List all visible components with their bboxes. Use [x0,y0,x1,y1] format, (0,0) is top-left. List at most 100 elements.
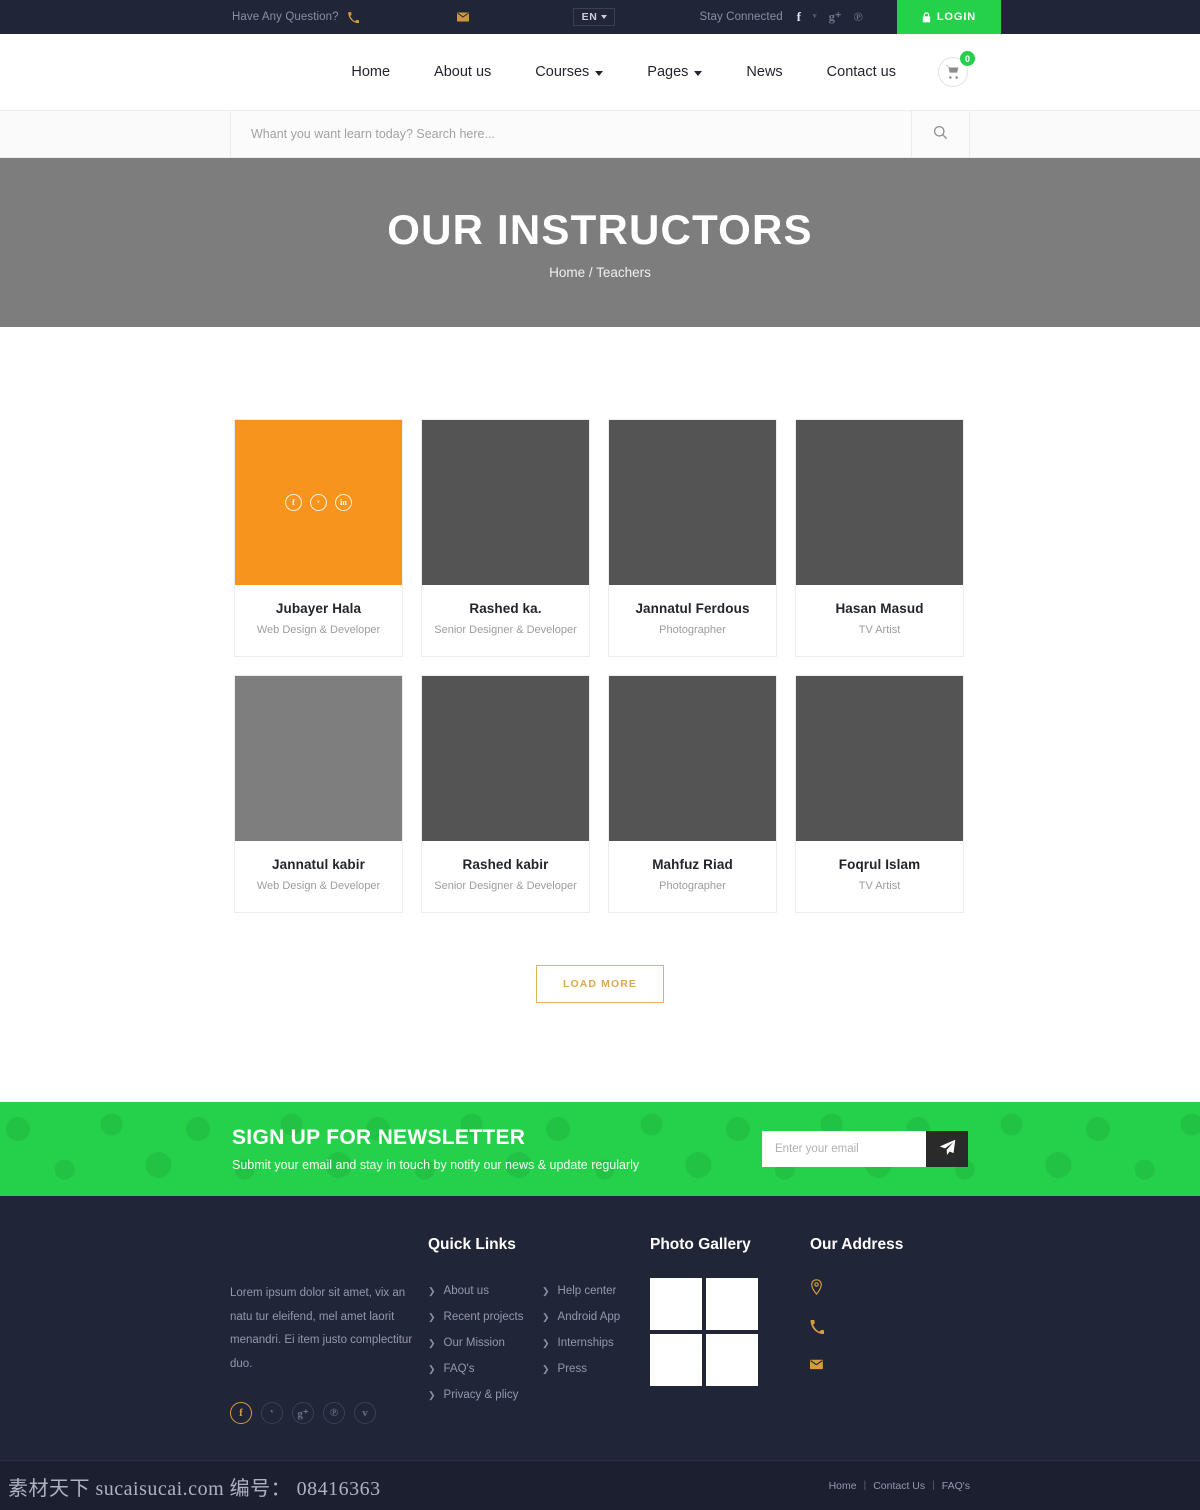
chevron-right-icon: ❯ [542,1285,550,1296]
nav-label: About us [434,64,492,80]
link-label: Help center [557,1285,617,1297]
facebook-icon[interactable]: f [230,1402,252,1425]
footer-gallery-column: Photo Gallery [650,1236,810,1424]
link-label: About us [443,1285,489,1297]
instructor-role: TV Artist [858,624,901,636]
nav-item-courses[interactable]: Courses [513,64,625,80]
vimeo-icon[interactable]: v [354,1402,376,1425]
instructor-photo [796,676,963,841]
footer-link-press[interactable]: ❯ Press [542,1356,650,1382]
login-button[interactable]: LOGIN [896,0,1002,34]
nav-item-pages[interactable]: Pages [625,64,724,80]
instructor-role: Senior Designer & Developer [434,624,577,636]
footer-link-about-us[interactable]: ❯ About us [428,1278,536,1304]
login-label: LOGIN [936,11,977,23]
instructor-name: Rashed ka. [469,601,542,616]
instructor-name: Mahfuz Riad [652,857,733,872]
gallery-thumb[interactable] [650,1334,702,1386]
twitter-icon[interactable]: ᵛ [310,494,327,511]
footer-social-list: f ᵛ g⁺ ℗ v [230,1402,428,1425]
bottom-link-contact-us[interactable]: Contact Us [873,1480,925,1492]
instructor-card[interactable]: Mahfuz Riad Photographer [608,675,777,913]
bottom-link-home[interactable]: Home [829,1480,857,1492]
link-separator: | [863,1480,867,1492]
stay-connected: Stay Connected [699,11,782,23]
nav-item-contact-us[interactable]: Contact us [805,64,918,80]
page-title: OUR INSTRUCTORS [387,205,813,253]
instructor-card[interactable]: Hasan Masud TV Artist [795,419,964,657]
stay-connected-label: Stay Connected [699,11,783,23]
nav-label: Contact us [826,64,896,80]
language-selector[interactable]: EN [572,7,616,27]
footer-link-help-center[interactable]: ❯ Help center [542,1278,650,1304]
instructor-name: Jubayer Hala [275,601,362,616]
footer-about-column: Lorem ipsum dolor sit amet, vix an natu … [230,1236,428,1425]
google-plus-icon[interactable]: g⁺ [292,1402,314,1425]
breadcrumb: Home / Teachers [549,264,651,280]
pinterest-icon[interactable]: ℗ [323,1402,345,1425]
load-more-button[interactable]: LOAD MORE [535,965,665,1003]
newsletter-email-input[interactable] [762,1131,926,1167]
gallery-thumb[interactable] [706,1278,758,1330]
footer-link-our-mission[interactable]: ❯ Our Mission [428,1330,536,1356]
nav-label: News [746,64,783,80]
instructor-photo [422,676,589,841]
linkedin-icon[interactable]: in [335,494,352,511]
bottom-link-faqs[interactable]: FAQ's [942,1480,970,1492]
link-label: Privacy & plicy [443,1389,519,1401]
chevron-right-icon: ❯ [428,1363,436,1374]
instructor-name: Rashed kabir [462,857,549,872]
gallery-thumb[interactable] [706,1334,758,1386]
instructors-grid: f ᵛ in Jubayer Hala Web Design & Develop… [234,419,966,913]
pinterest-icon[interactable]: ℗ [853,11,862,24]
question-label: Have Any Question? [232,11,339,23]
twitter-icon[interactable]: ᵛ [813,11,817,24]
nav-item-news[interactable]: News [724,64,804,80]
chevron-right-icon: ❯ [428,1285,436,1296]
have-any-question: Have Any Question? [232,11,359,23]
newsletter-copy: SIGN UP FOR NEWSLETTER Submit your email… [232,1126,639,1172]
instructor-card[interactable]: Rashed kabir Senior Designer & Developer [421,675,590,913]
facebook-icon[interactable]: f [285,494,302,511]
page-root: Have Any Question? EN Stay Connected f ᵛ… [0,0,1200,1510]
load-more-wrapper: LOAD MORE [0,913,1200,1003]
paper-plane-icon [939,1139,956,1159]
footer-link-privacy-policy[interactable]: ❯ Privacy & plicy [428,1382,536,1408]
instructor-card[interactable]: Jannatul kabir Web Design & Developer [234,675,403,913]
nav-label: Courses [535,64,590,80]
cart-button[interactable]: 0 [938,51,975,87]
topbar-social-list: f ᵛ g⁺ ℗ [797,11,863,24]
site-header: Home About us Courses Pages News Contact… [0,34,1200,111]
search-button[interactable] [911,111,969,157]
google-plus-icon[interactable]: g⁺ [829,11,842,24]
instructor-photo: f ᵛ in [235,420,402,585]
instructor-card[interactable]: Foqrul Islam TV Artist [795,675,964,913]
instructor-name: Jannatul kabir [272,857,365,872]
photo-gallery-grid [650,1278,810,1386]
search-bar [0,111,1200,158]
instructor-role: Web Design & Developer [256,880,381,892]
chevron-right-icon: ❯ [428,1311,436,1322]
newsletter-submit-button[interactable] [926,1131,968,1167]
instructor-card[interactable]: Rashed ka. Senior Designer & Developer [421,419,590,657]
page-banner: OUR INSTRUCTORS Home / Teachers [0,158,1200,327]
mail-icon [810,1359,824,1371]
facebook-icon[interactable]: f [797,11,801,24]
instructor-card[interactable]: Jannatul Ferdous Photographer [608,419,777,657]
footer-link-faqs[interactable]: ❯ FAQ's [428,1356,536,1382]
footer-link-android-app[interactable]: ❯ Android App [542,1304,650,1330]
footer-gallery-title: Photo Gallery [650,1236,751,1253]
link-label: Android App [557,1311,621,1323]
footer-link-internships[interactable]: ❯ Internships [542,1330,650,1356]
footer-link-recent-projects[interactable]: ❯ Recent projects [428,1304,536,1330]
instructors-section: f ᵛ in Jubayer Hala Web Design & Develop… [0,327,1200,1003]
instructor-card[interactable]: f ᵛ in Jubayer Hala Web Design & Develop… [234,419,403,657]
twitter-icon[interactable]: ᵛ [261,1402,283,1425]
footer-bottom-bar: Home | Contact Us | FAQ's [0,1460,1200,1510]
nav-item-about-us[interactable]: About us [412,64,513,80]
newsletter-subtitle: Submit your email and stay in touch by n… [232,1158,640,1172]
chevron-right-icon: ❯ [542,1311,550,1322]
search-input[interactable] [231,127,911,141]
gallery-thumb[interactable] [650,1278,702,1330]
nav-item-home[interactable]: Home [329,64,412,80]
